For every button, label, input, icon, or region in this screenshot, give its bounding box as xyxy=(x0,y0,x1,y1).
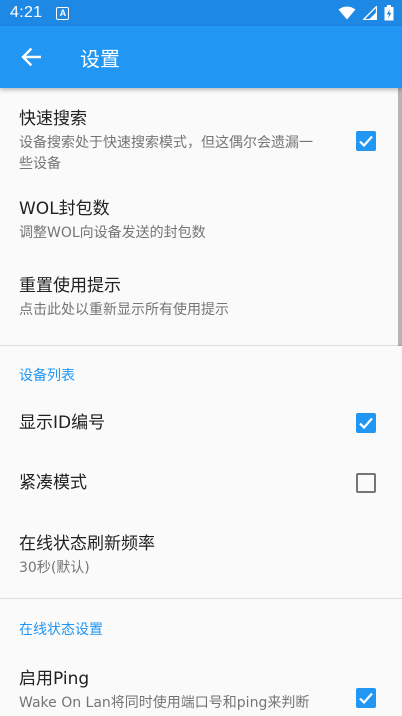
back-button[interactable] xyxy=(0,26,62,88)
check-icon xyxy=(359,135,373,148)
app-bar: 设置 xyxy=(0,26,402,88)
pref-title: 快速搜索 xyxy=(19,109,87,129)
pref-enable-ping[interactable]: 启用Ping Wake On Lan将同时使用端口号和ping来判断 xyxy=(0,648,402,716)
pref-summary: 调整WOL向设备发送的封包数 xyxy=(19,225,206,241)
arrow-back-icon xyxy=(21,47,41,67)
status-bar: 4:21 A xyxy=(0,0,402,26)
signal-icon xyxy=(363,6,377,20)
pref-title: 在线状态刷新频率 xyxy=(19,534,155,554)
pref-title: 重置使用提示 xyxy=(19,276,121,296)
check-icon xyxy=(359,692,373,705)
wifi-icon xyxy=(338,6,356,20)
page-title: 设置 xyxy=(80,46,120,71)
pref-title: 启用Ping xyxy=(19,669,90,689)
category-online-status: 在线状态设置 xyxy=(0,599,402,648)
category-label: 在线状态设置 xyxy=(19,622,103,638)
category-device-list: 设备列表 xyxy=(0,346,402,393)
compact-mode-checkbox[interactable] xyxy=(356,473,376,493)
battery-icon xyxy=(384,5,394,21)
pref-show-id[interactable]: 显示ID编号 xyxy=(0,393,402,453)
pref-fast-search[interactable]: 快速搜索 设备搜索处于快速搜索模式，但这偶尔会遗漏一些设备 xyxy=(0,88,402,178)
pref-refresh-rate[interactable]: 在线状态刷新频率 30秒(默认) xyxy=(0,513,402,598)
pref-summary: Wake On Lan将同时使用端口号和ping来判断 xyxy=(19,695,310,711)
category-label: 设备列表 xyxy=(19,368,75,384)
pref-summary: 30秒(默认) xyxy=(19,560,90,576)
pref-reset-tips[interactable]: 重置使用提示 点击此处以重新显示所有使用提示 xyxy=(0,255,402,345)
enable-ping-checkbox[interactable] xyxy=(356,688,376,708)
notification-icon: A xyxy=(56,6,70,20)
pref-title: WOL封包数 xyxy=(19,199,110,219)
status-icons xyxy=(338,5,394,21)
check-icon xyxy=(359,417,373,430)
pref-summary: 设备搜索处于快速搜索模式，但这偶尔会遗漏一些设备 xyxy=(19,135,313,172)
settings-list[interactable]: 快速搜索 设备搜索处于快速搜索模式，但这偶尔会遗漏一些设备 WOL封包数 调整W… xyxy=(0,88,402,716)
fast-search-checkbox[interactable] xyxy=(356,131,376,151)
pref-title: 显示ID编号 xyxy=(19,413,106,433)
status-time: 4:21 xyxy=(10,4,43,21)
pref-title: 紧凑模式 xyxy=(19,473,87,493)
pref-wol-packets[interactable]: WOL封包数 调整WOL向设备发送的封包数 xyxy=(0,178,402,255)
pref-compact-mode[interactable]: 紧凑模式 xyxy=(0,453,402,513)
show-id-checkbox[interactable] xyxy=(356,413,376,433)
pref-summary: 点击此处以重新显示所有使用提示 xyxy=(19,302,229,318)
